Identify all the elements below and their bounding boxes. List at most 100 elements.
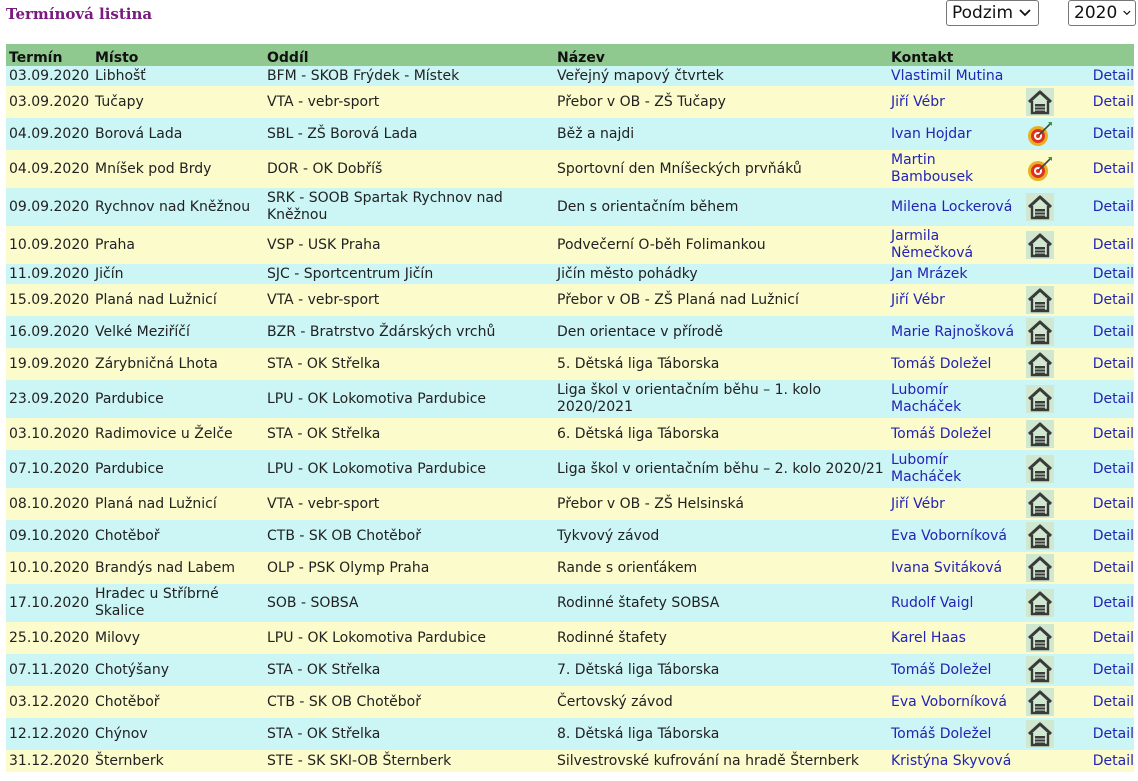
- contact-link[interactable]: Lubomír Macháček: [891, 452, 961, 485]
- table-row: 25.10.2020 Milovy LPU - OK Lokomotiva Pard…: [6, 622, 1134, 654]
- col-header-kontakt: Kontakt: [888, 44, 1020, 66]
- contact-link[interactable]: Jarmila Němečková: [891, 228, 973, 261]
- detail-link[interactable]: Detail: [1093, 68, 1134, 84]
- contact-link[interactable]: Vlastimil Mutina: [891, 68, 1003, 84]
- cell-contact: Ivan Hojdar: [888, 118, 1020, 150]
- cell-icon: [1020, 380, 1056, 418]
- cell-place: Mníšek pod Brdy: [92, 150, 264, 188]
- table-row: 10.09.2020 Praha VSP - USK Praha Podvečerní…: [6, 226, 1134, 264]
- table-row: 04.09.2020 Mníšek pod Brdy DOR - OK Dobříš…: [6, 150, 1134, 188]
- cell-club: SJC - Sportcentrum Jičín: [264, 264, 554, 284]
- contact-link[interactable]: Ivana Svitáková: [891, 560, 1002, 576]
- contact-link[interactable]: Tomáš Doležel: [891, 726, 991, 742]
- contact-link[interactable]: Tomáš Doležel: [891, 662, 991, 678]
- cell-contact: Lubomír Macháček: [888, 380, 1020, 418]
- detail-link[interactable]: Detail: [1093, 595, 1134, 611]
- cell-place: Pardubice: [92, 450, 264, 488]
- cell-place: Chotěboř: [92, 520, 264, 552]
- detail-link[interactable]: Detail: [1093, 528, 1134, 544]
- cell-icon: [1020, 584, 1056, 622]
- table-row: 03.10.2020 Radimovice u Želče STA - OK Stř…: [6, 418, 1134, 450]
- contact-link[interactable]: Martin Bambousek: [891, 152, 973, 185]
- contact-link[interactable]: Ivan Hojdar: [891, 126, 972, 142]
- cell-club: STE - SK SKI-OB Šternberk: [264, 750, 554, 772]
- cell-contact: Ivana Svitáková: [888, 552, 1020, 584]
- contact-link[interactable]: Jiří Vébr: [891, 94, 945, 110]
- season-select[interactable]: Podzim: [946, 0, 1039, 26]
- cell-detail: Detail: [1056, 86, 1134, 118]
- detail-link[interactable]: Detail: [1093, 266, 1134, 282]
- contact-link[interactable]: Marie Rajnošková: [891, 324, 1014, 340]
- school-icon: [1025, 88, 1054, 116]
- contact-link[interactable]: Jiří Vébr: [891, 292, 945, 308]
- page-title: Termínová listina: [6, 5, 153, 23]
- cell-date: 03.09.2020: [6, 86, 92, 118]
- contact-link[interactable]: Tomáš Doležel: [891, 426, 991, 442]
- table-row: 31.12.2020 Šternberk STE - SK SKI-OB Štern…: [6, 750, 1134, 772]
- cell-date: 08.10.2020: [6, 488, 92, 520]
- detail-link[interactable]: Detail: [1093, 94, 1134, 110]
- events-table: Termín Místo Oddíl Název Kontakt 03.09.2…: [6, 44, 1134, 772]
- table-row: 07.11.2020 Chotýšany STA - OK Střelka 7. Dě…: [6, 654, 1134, 686]
- detail-link[interactable]: Detail: [1093, 726, 1134, 742]
- detail-link[interactable]: Detail: [1093, 426, 1134, 442]
- cell-club: VSP - USK Praha: [264, 226, 554, 264]
- cell-event-name: Veřejný mapový čtvrtek: [554, 66, 888, 86]
- cell-event-name: Jičín město pohádky: [554, 264, 888, 284]
- detail-link[interactable]: Detail: [1093, 662, 1134, 678]
- contact-link[interactable]: Rudolf Vaigl: [891, 595, 973, 611]
- contact-link[interactable]: Eva Voborníková: [891, 694, 1007, 710]
- cell-detail: Detail: [1056, 188, 1134, 226]
- cell-event-name: Přebor v OB - ZŠ Planá nad Lužnicí: [554, 284, 888, 316]
- cell-event-name: Čertovský závod: [554, 686, 888, 718]
- cell-event-name: 7. Dětská liga Táborska: [554, 654, 888, 686]
- contact-link[interactable]: Jan Mrázek: [891, 266, 968, 282]
- cell-icon: [1020, 686, 1056, 718]
- contact-link[interactable]: Eva Voborníková: [891, 528, 1007, 544]
- contact-link[interactable]: Lubomír Macháček: [891, 382, 961, 415]
- contact-link[interactable]: Jiří Vébr: [891, 496, 945, 512]
- cell-contact: Tomáš Doležel: [888, 718, 1020, 750]
- table-row: 11.09.2020 Jičín SJC - Sportcentrum Jičín J…: [6, 264, 1134, 284]
- contact-link[interactable]: Kristýna Skyvová: [891, 753, 1011, 769]
- year-select[interactable]: 2020: [1068, 0, 1136, 26]
- detail-link[interactable]: Detail: [1093, 292, 1134, 308]
- cell-place: Šternberk: [92, 750, 264, 772]
- detail-link[interactable]: Detail: [1093, 324, 1134, 340]
- detail-link[interactable]: Detail: [1093, 356, 1134, 372]
- detail-link[interactable]: Detail: [1093, 560, 1134, 576]
- cell-detail: Detail: [1056, 150, 1134, 188]
- school-icon: [1025, 286, 1054, 314]
- cell-club: STA - OK Střelka: [264, 348, 554, 380]
- cell-event-name: Přebor v OB - ZŠ Tučapy: [554, 86, 888, 118]
- detail-link[interactable]: Detail: [1093, 391, 1134, 407]
- cell-icon: [1020, 264, 1056, 284]
- contact-link[interactable]: Karel Haas: [891, 630, 966, 646]
- cell-place: Brandýs nad Labem: [92, 552, 264, 584]
- detail-link[interactable]: Detail: [1093, 461, 1134, 477]
- detail-link[interactable]: Detail: [1093, 126, 1134, 142]
- cell-place: Zárybničná Lhota: [92, 348, 264, 380]
- cell-club: BZR - Bratrstvo Ždárských vrchů: [264, 316, 554, 348]
- cell-event-name: Sportovní den Mníšeckých prvňáků: [554, 150, 888, 188]
- detail-link[interactable]: Detail: [1093, 199, 1134, 215]
- detail-link[interactable]: Detail: [1093, 237, 1134, 253]
- contact-link[interactable]: Tomáš Doležel: [891, 356, 991, 372]
- detail-link[interactable]: Detail: [1093, 630, 1134, 646]
- detail-link[interactable]: Detail: [1093, 161, 1134, 177]
- school-icon: [1025, 720, 1054, 748]
- cell-event-name: Liga škol v orientačním běhu – 1. kolo 2…: [554, 380, 888, 418]
- cell-detail: Detail: [1056, 284, 1134, 316]
- cell-event-name: 6. Dětská liga Táborska: [554, 418, 888, 450]
- cell-icon: [1020, 86, 1056, 118]
- cell-club: SBL - ZŠ Borová Lada: [264, 118, 554, 150]
- detail-link[interactable]: Detail: [1093, 496, 1134, 512]
- detail-link[interactable]: Detail: [1093, 753, 1134, 769]
- contact-link[interactable]: Milena Lockerová: [891, 199, 1012, 215]
- cell-detail: Detail: [1056, 264, 1134, 284]
- detail-link[interactable]: Detail: [1093, 694, 1134, 710]
- cell-date: 15.09.2020: [6, 284, 92, 316]
- table-row: 09.10.2020 Chotěboř CTB - SK OB Chotěboř Ty…: [6, 520, 1134, 552]
- cell-place: Pardubice: [92, 380, 264, 418]
- cell-icon: [1020, 488, 1056, 520]
